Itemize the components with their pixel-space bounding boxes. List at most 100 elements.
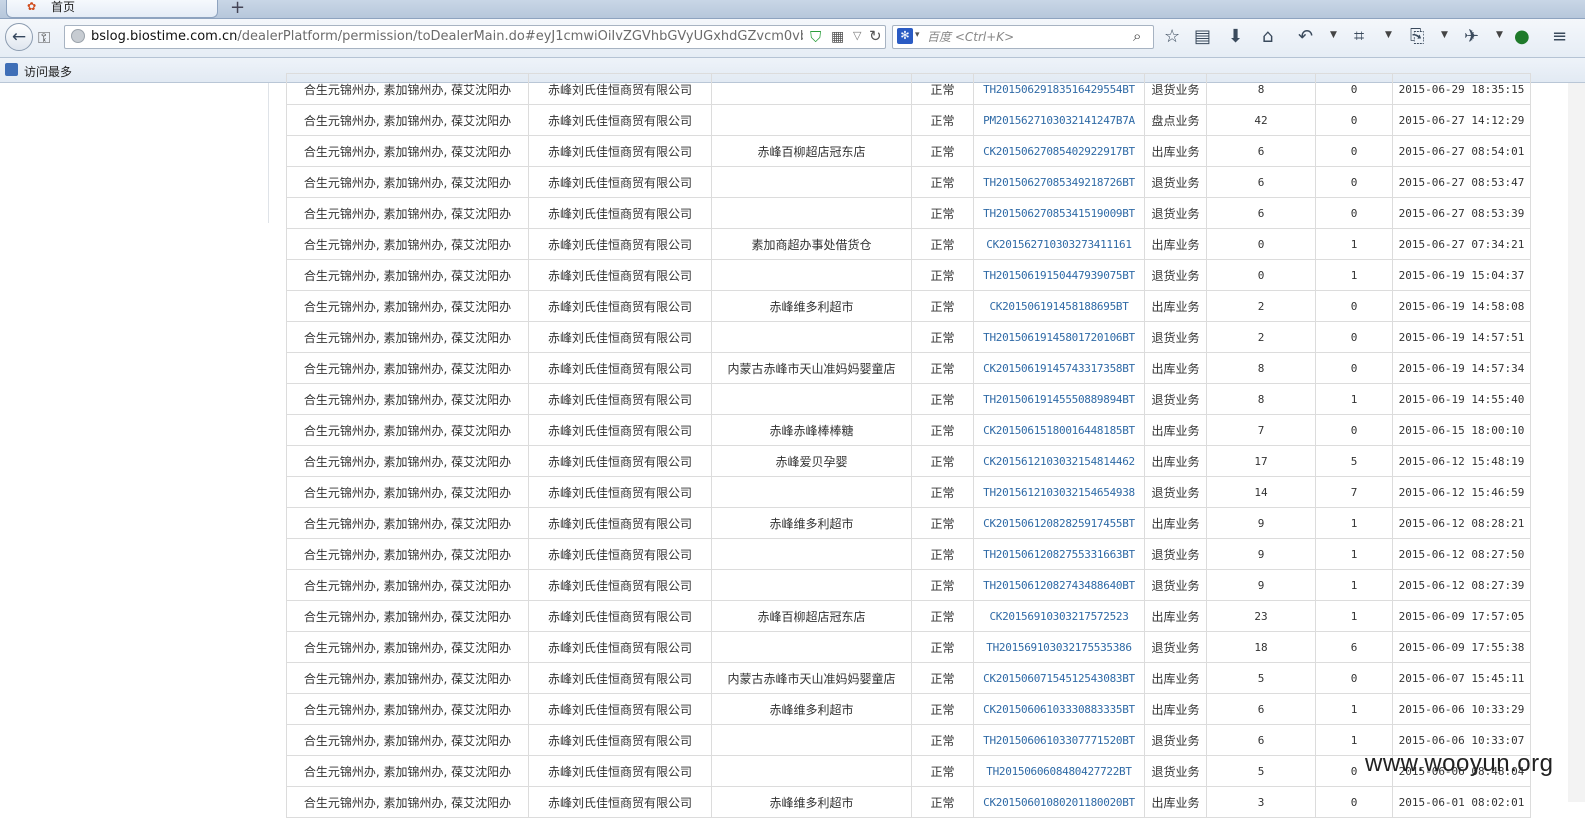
diff-cell: 0 bbox=[1315, 197, 1393, 229]
search-engine-dropdown-icon[interactable]: ▾ bbox=[915, 30, 920, 40]
url-dropdown-icon[interactable]: ▽ bbox=[853, 29, 861, 42]
download-icon[interactable]: ⬇ bbox=[1228, 27, 1243, 47]
order-code-link[interactable]: CK20150601080201180020BT bbox=[973, 786, 1145, 818]
undo-icon[interactable]: ↶ bbox=[1298, 27, 1313, 47]
order-code-link[interactable]: TH20150619150447939075BT bbox=[973, 259, 1145, 291]
time-cell: 2015-06-12 15:46:59 bbox=[1392, 476, 1531, 508]
business-type-cell: 出库业务 bbox=[1144, 786, 1207, 818]
business-type-cell: 退货业务 bbox=[1144, 73, 1207, 105]
order-code-link[interactable]: CK20150615180016448185BT bbox=[973, 414, 1145, 446]
page-icon[interactable]: ⎘ bbox=[1410, 27, 1424, 47]
url-bar[interactable]: bslog.biostime.com.cn/dealerPlatform/per… bbox=[64, 25, 886, 49]
order-code-link[interactable]: CK20150606103330883335BT bbox=[973, 693, 1145, 725]
url-text[interactable]: bslog.biostime.com.cn/dealerPlatform/per… bbox=[91, 29, 803, 44]
business-type-cell: 出库业务 bbox=[1144, 352, 1207, 384]
url-host: bslog.biostime.com.cn bbox=[91, 29, 238, 44]
table-row: 合生元锦州办, 素加锦州办, 葆艾沈阳办 赤峰刘氏佳恒商贸有限公司 赤峰赤峰棒棒糖正… bbox=[286, 414, 1531, 446]
order-code-link[interactable]: CK201569103032175​72523 bbox=[973, 600, 1145, 632]
order-code-link[interactable]: CK20150612082825917455BT bbox=[973, 507, 1145, 539]
diff-cell: 0 bbox=[1315, 104, 1393, 136]
menu-icon[interactable]: ≡ bbox=[1552, 27, 1567, 47]
time-cell: 2015-06-29 18:35:15 bbox=[1392, 73, 1531, 105]
clipboard-icon[interactable]: ▤ bbox=[1194, 27, 1211, 47]
home-icon[interactable]: ⌂ bbox=[1262, 27, 1273, 47]
table-row: 合生元锦州办, 素加锦州办, 葆艾沈阳办 赤峰刘氏佳恒商贸有限公司 赤峰维多利超市正… bbox=[286, 507, 1531, 539]
search-bar[interactable]: ✻ ▾ ⌕ bbox=[892, 25, 1154, 49]
business-type-cell: 退货业务 bbox=[1144, 569, 1207, 601]
time-cell: 2015-06-12 15:48:19 bbox=[1392, 445, 1531, 477]
order-code-link[interactable]: CK2015612103032154814462 bbox=[973, 445, 1145, 477]
business-type-cell: 退货业务 bbox=[1144, 321, 1207, 353]
office-cell: 合生元锦州办, 素加锦州办, 葆艾沈阳办 bbox=[286, 476, 529, 508]
plane-dropdown-icon[interactable]: ▼ bbox=[1496, 30, 1503, 40]
time-cell: 2015-06-19 14:57:51 bbox=[1392, 321, 1531, 353]
order-code-link[interactable]: TH201569103032175535386 bbox=[973, 631, 1145, 663]
store-cell bbox=[711, 569, 912, 601]
tab-home[interactable]: ✿ 首页 bbox=[6, 0, 218, 18]
quantity-cell: 9 bbox=[1206, 507, 1316, 539]
quantity-cell: 0 bbox=[1206, 228, 1316, 260]
store-cell bbox=[711, 383, 912, 415]
business-type-cell: 出库业务 bbox=[1144, 600, 1207, 632]
extension-icon[interactable]: ● bbox=[1514, 27, 1530, 47]
order-code-link[interactable]: CK20150619145743317358BT bbox=[973, 352, 1145, 384]
qr-icon[interactable]: ▦ bbox=[831, 29, 844, 45]
page-dropdown-icon[interactable]: ▼ bbox=[1441, 30, 1448, 40]
dealer-cell: 赤峰刘氏佳恒商贸有限公司 bbox=[528, 73, 712, 105]
dealer-cell: 赤峰刘氏佳恒商贸有限公司 bbox=[528, 600, 712, 632]
diff-cell: 0 bbox=[1315, 352, 1393, 384]
plane-icon[interactable]: ✈ bbox=[1464, 27, 1479, 47]
time-cell: 2015-06-12 08:27:50 bbox=[1392, 538, 1531, 570]
dealer-cell: 赤峰刘氏佳恒商贸有限公司 bbox=[528, 538, 712, 570]
business-type-cell: 出库业务 bbox=[1144, 228, 1207, 260]
office-cell: 合生元锦州办, 素加锦州办, 葆艾沈阳办 bbox=[286, 290, 529, 322]
order-code-link[interactable]: TH20150612082743488640BT bbox=[973, 569, 1145, 601]
order-code-link[interactable]: TH20150629183516429554BT bbox=[973, 73, 1145, 105]
order-code-link[interactable]: TH2015612103032154654938 bbox=[973, 476, 1145, 508]
order-code-link[interactable]: TH20150612082755331663BT bbox=[973, 538, 1145, 570]
bookmark-most-visited[interactable]: 访问最多 bbox=[24, 63, 72, 80]
status-cell: 正常 bbox=[911, 228, 974, 260]
dealer-cell: 赤峰刘氏佳恒商贸有限公司 bbox=[528, 693, 712, 725]
reload-icon[interactable]: ↻ bbox=[869, 27, 882, 45]
diff-cell: 5 bbox=[1315, 445, 1393, 477]
status-cell: 正常 bbox=[911, 507, 974, 539]
vertical-scrollbar[interactable] bbox=[1568, 83, 1585, 802]
order-code-link[interactable]: PM2015627103032141247B7A bbox=[973, 104, 1145, 136]
order-code-link[interactable]: TH20150627085349218726BT bbox=[973, 166, 1145, 198]
order-code-link[interactable]: TH20150606084804277​22BT bbox=[973, 755, 1145, 787]
key-icon[interactable]: ⚿ bbox=[38, 28, 50, 48]
order-code-link[interactable]: TH20150627085341519009BT bbox=[973, 197, 1145, 229]
table-row: 合生元锦州办, 素加锦州办, 葆艾沈阳办 赤峰刘氏佳恒商贸有限公司 正常 TH2015… bbox=[286, 569, 1531, 601]
office-cell: 合生元锦州办, 素加锦州办, 葆艾沈阳办 bbox=[286, 600, 529, 632]
dealer-cell: 赤峰刘氏佳恒商贸有限公司 bbox=[528, 724, 712, 756]
dealer-cell: 赤峰刘氏佳恒商贸有限公司 bbox=[528, 507, 712, 539]
order-code-link[interactable]: TH20150619145801720106BT bbox=[973, 321, 1145, 353]
magnifier-icon[interactable]: ⌕ bbox=[1133, 27, 1141, 45]
status-cell: 正常 bbox=[911, 786, 974, 818]
paw-icon[interactable]: ✻ bbox=[897, 28, 913, 44]
order-code-link[interactable]: CK2015061914581886​95BT bbox=[973, 290, 1145, 322]
crop-dropdown-icon[interactable]: ▼ bbox=[1385, 30, 1392, 40]
order-code-link[interactable]: TH20150606103307771520BT bbox=[973, 724, 1145, 756]
crop-icon[interactable]: ⌗ bbox=[1354, 27, 1364, 47]
office-cell: 合生元锦州办, 素加锦州办, 葆艾沈阳办 bbox=[286, 662, 529, 694]
search-input[interactable] bbox=[927, 28, 1127, 46]
table-row: 合生元锦州办, 素加锦州办, 葆艾沈阳办 赤峰刘氏佳恒商贸有限公司 素加商超办事处借… bbox=[286, 228, 1531, 260]
back-button[interactable]: ← bbox=[5, 23, 33, 51]
shield-icon[interactable]: ⛉ bbox=[810, 28, 821, 46]
store-cell: 赤峰赤峰棒棒糖 bbox=[711, 414, 912, 446]
undo-dropdown-icon[interactable]: ▼ bbox=[1330, 30, 1337, 40]
order-code-link[interactable]: TH20150619145550889894BT bbox=[973, 383, 1145, 415]
status-cell: 正常 bbox=[911, 538, 974, 570]
star-icon[interactable]: ☆ bbox=[1164, 27, 1180, 47]
time-cell: 2015-06-27 07:34:21 bbox=[1392, 228, 1531, 260]
time-cell: 2015-06-19 14:57:34 bbox=[1392, 352, 1531, 384]
order-code-link[interactable]: CK20150607154512543083BT bbox=[973, 662, 1145, 694]
order-code-link[interactable]: CK2015627103032734111​61 bbox=[973, 228, 1145, 260]
table-row: 合生元锦州办, 素加锦州办, 葆艾沈阳办 赤峰刘氏佳恒商贸有限公司 赤峰爱贝孕婴 正常… bbox=[286, 445, 1531, 477]
new-tab-button[interactable]: + bbox=[230, 0, 245, 18]
order-code-link[interactable]: CK20150627085402922917BT bbox=[973, 135, 1145, 167]
store-cell bbox=[711, 724, 912, 756]
time-cell: 2015-06-19 14:58:08 bbox=[1392, 290, 1531, 322]
